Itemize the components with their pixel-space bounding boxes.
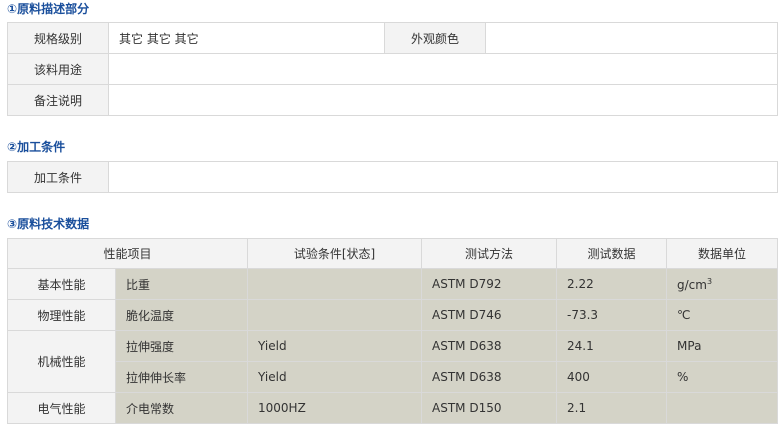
unit-superscript: 3 [706,276,713,286]
process-label: 加工条件 [7,161,109,193]
value-cell: 2.22 [556,268,668,300]
table-row: 加工条件 [7,161,778,193]
table-row: 备注说明 [7,84,778,116]
table-row: 基本性能 比重 ASTM D792 2.22 g/cm3 [7,268,778,300]
header-method: 测试方法 [421,238,558,269]
condition-cell: Yield [247,330,423,362]
table-row: 电气性能 介电常数 1000HZ ASTM D150 2.1 [7,392,778,424]
method-cell: ASTM D792 [421,268,558,300]
unit-cell: % [666,361,778,393]
method-cell: ASTM D638 [421,361,558,393]
header-item: 性能项目 [6,238,249,269]
section-title-tech: ③原料技术数据 [7,217,90,231]
unit-cell: MPa [666,330,778,362]
table-row: 该料用途 [7,53,778,85]
table-header-row: 性能项目 试验条件[状态] 测试方法 测试数据 数据单位 [6,238,778,269]
remark-label: 备注说明 [7,84,109,116]
table-row: 拉伸伸长率 Yield ASTM D638 400 % [8,361,778,393]
unit-cell: ℃ [666,299,778,331]
item-cell: 比重 [114,268,249,300]
table-row: 物理性能 脆化温度 ASTM D746 -73.3 ℃ [7,299,778,331]
header-unit: 数据单位 [666,238,778,269]
unit-cell: g/cm3 [666,268,778,300]
item-cell: 拉伸强度 [114,330,249,362]
item-cell: 介电常数 [114,392,249,424]
process-table: 加工条件 [7,161,778,193]
usage-label: 该料用途 [7,53,109,85]
value-cell: 2.1 [556,392,668,424]
category-basic: 基本性能 [7,268,116,300]
header-condition: 试验条件[状态] [247,238,423,269]
raw-description-table: 规格级别 其它 其它 其它 外观颜色 该料用途 备注说明 [7,22,778,116]
category-physical: 物理性能 [7,299,116,331]
table-row: 规格级别 其它 其它 其它 外观颜色 [7,22,778,54]
item-cell: 拉伸伸长率 [114,361,249,393]
condition-cell [247,268,423,300]
item-cell: 脆化温度 [114,299,249,331]
header-value: 测试数据 [556,238,668,269]
spec-label: 规格级别 [7,22,109,54]
spec-value: 其它 其它 其它 [108,22,385,54]
method-cell: ASTM D746 [421,299,558,331]
unit-cell [666,392,778,424]
method-cell: ASTM D638 [421,330,558,362]
table-row: 机械性能 拉伸强度 Yield ASTM D638 24.1 MPa [7,330,778,393]
appearance-value [485,22,778,54]
condition-cell [247,299,423,331]
section-title-raw: ①原料描述部分 [7,2,90,16]
usage-value [108,53,778,85]
remark-value [108,84,778,116]
method-cell: ASTM D150 [421,392,558,424]
appearance-label: 外观颜色 [384,22,486,54]
value-cell: -73.3 [556,299,668,331]
category-mechanical: 机械性能 [7,330,116,393]
tech-data-table: 性能项目 试验条件[状态] 测试方法 测试数据 数据单位 基本性能 比重 AST… [6,238,778,424]
section-title-process: ②加工条件 [7,140,66,154]
condition-cell: 1000HZ [247,392,423,424]
value-cell: 400 [556,361,668,393]
unit-base: g/cm [677,277,707,292]
category-electrical: 电气性能 [7,392,116,424]
condition-cell: Yield [247,361,423,393]
value-cell: 24.1 [556,330,668,362]
process-value [108,161,778,193]
